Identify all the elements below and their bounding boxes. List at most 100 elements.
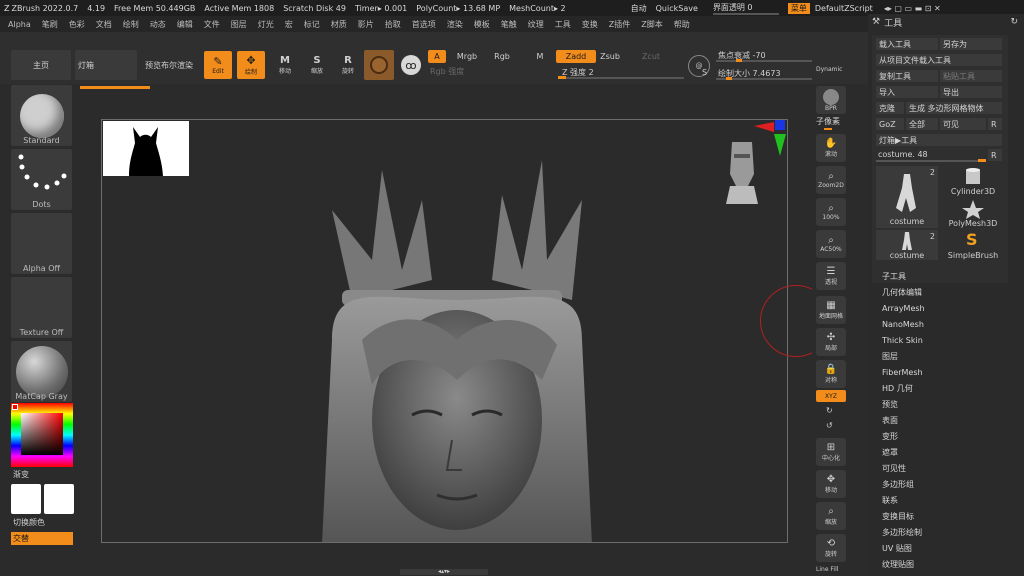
menu-item[interactable]: 拾取 (385, 19, 401, 30)
menu-item[interactable]: 工具 (555, 19, 571, 30)
goz-button[interactable]: GoZ (876, 118, 904, 130)
sculpt-model[interactable] (292, 140, 622, 543)
subpalette-item[interactable]: Thick Skin (868, 332, 1024, 348)
menu-item[interactable]: 渲染 (447, 19, 463, 30)
copy-tool-button[interactable]: 复制工具 (876, 70, 938, 82)
move-view-button[interactable]: ✥ 移动 (816, 470, 846, 498)
switch-color-button[interactable]: 切换颜色 (13, 517, 45, 528)
paste-tool-button[interactable]: 粘贴工具 (940, 70, 1002, 82)
menu-item[interactable]: Z脚本 (641, 19, 662, 30)
z-intensity-slider[interactable]: Z 强度 2 (558, 66, 684, 79)
menu-item[interactable]: 笔触 (501, 19, 517, 30)
menu-item[interactable]: 宏 (285, 19, 293, 30)
quicksave-button[interactable]: QuickSave (656, 4, 698, 13)
costume-r-button[interactable]: R (988, 149, 1002, 161)
clone-button[interactable]: 克隆 (876, 102, 904, 114)
menu-item[interactable]: 灯光 (258, 19, 274, 30)
subpalette-item[interactable]: 表面 (868, 412, 1024, 428)
axis-gizmo-icon[interactable] (752, 120, 788, 160)
load-from-project-button[interactable]: 从项目文件载入工具 (876, 54, 1002, 66)
bpr-button[interactable]: BPR (816, 86, 846, 114)
subpixel-slider[interactable]: 子像素 (814, 116, 848, 130)
menu-item[interactable]: Alpha (8, 20, 31, 29)
subpalette-item[interactable]: 可见性 (868, 460, 1024, 476)
subpalette-item[interactable]: 子工具 (868, 268, 1024, 284)
ac50-button[interactable]: ⌕ AC50% (816, 230, 846, 258)
reset-icon[interactable]: ↻ (1010, 17, 1018, 27)
draw-button[interactable]: ✥ 绘制 (237, 51, 265, 79)
linefill-button[interactable]: Line Fill (816, 566, 838, 573)
color-picker[interactable] (11, 403, 73, 467)
zoom-view-button[interactable]: ⌕ 缩放 (816, 502, 846, 530)
draw-size-slider[interactable]: 绘制大小 7.4673 (716, 67, 812, 80)
all-button[interactable]: 全部 (906, 118, 938, 130)
color-sphere-icon[interactable]: ꝏ (401, 55, 421, 75)
dynamic-toggle[interactable]: Dynamic (816, 66, 842, 73)
secondary-color-swatch[interactable] (44, 484, 74, 514)
transparency-slider[interactable]: 界面透明 0 (712, 2, 779, 15)
make-polymesh-button[interactable]: 生成 多边形网格物体 (906, 102, 1002, 114)
frame-button[interactable]: ⊞ 中心化 (816, 438, 846, 466)
perspective-button[interactable]: ☰ 透视 (816, 262, 846, 290)
scale-button[interactable]: S 缩放 (303, 51, 331, 79)
default-zscript[interactable]: DefaultZScript (815, 4, 873, 13)
subpalette-item[interactable]: 纹理贴图 (868, 556, 1024, 572)
xyz-button[interactable]: XYZ (816, 390, 846, 402)
scroll-button[interactable]: ✋ 滚动 (816, 134, 846, 162)
actual-size-button[interactable]: ⌕ 100% (816, 198, 846, 226)
menu-item[interactable]: 帮助 (674, 19, 690, 30)
zsub-toggle[interactable]: Zsub (598, 50, 622, 63)
menu-item[interactable]: 绘制 (123, 19, 139, 30)
menu-item[interactable]: 动态 (150, 19, 166, 30)
menu-item[interactable]: 标记 (304, 19, 320, 30)
rotate-z-icon[interactable]: ↺ (826, 421, 833, 430)
zoom2d-button[interactable]: ⌕ Zoom2D (816, 166, 846, 194)
subpalette-item[interactable]: 变形 (868, 428, 1024, 444)
menu-item[interactable]: 材质 (331, 19, 347, 30)
menu-item[interactable]: 首选项 (412, 19, 436, 30)
subpalette-item[interactable]: 联系 (868, 492, 1024, 508)
zadd-toggle[interactable]: Zadd (556, 50, 596, 63)
local-button[interactable]: ✣ 局部 (816, 328, 846, 356)
r-button[interactable]: R (988, 118, 1002, 130)
subpalette-item[interactable]: 变换目标 (868, 508, 1024, 524)
move-button[interactable]: M 移动 (271, 51, 299, 79)
menu-item[interactable]: 文件 (204, 19, 220, 30)
m-toggle[interactable]: M (530, 50, 550, 63)
rotate-view-button[interactable]: ⟲ 旋转 (816, 534, 846, 562)
tool-thumb-polymesh[interactable]: PolyMesh3D (942, 198, 1004, 228)
tool-thumb-costume-2[interactable]: 2 costume (876, 230, 938, 260)
subpalette-item[interactable]: HD 几何 (868, 380, 1024, 396)
export-button[interactable]: 导出 (940, 86, 1002, 98)
load-tool-button[interactable]: 载入工具 (876, 38, 938, 50)
subpalette-item[interactable]: NanoMesh (868, 316, 1024, 332)
menu-item[interactable]: Z插件 (609, 19, 630, 30)
bottom-scroll-handle[interactable]: ◂▴▾▸ (400, 569, 488, 575)
tool-thumb-simplebrush[interactable]: S SimpleBrush (942, 230, 1004, 260)
alternate-button[interactable]: 交替 (11, 532, 73, 545)
menu-item[interactable]: 笔刷 (42, 19, 58, 30)
subpalette-item[interactable]: 多边形绘制 (868, 524, 1024, 540)
subpalette-item[interactable]: 几何体编辑 (868, 284, 1024, 300)
rotate-button[interactable]: R 旋转 (334, 51, 362, 79)
save-as-button[interactable]: 另存为 (940, 38, 1002, 50)
tool-thumb-costume[interactable]: 2 costume (876, 166, 938, 228)
auto-save-toggle[interactable]: 自动 (631, 3, 647, 14)
menu-item[interactable]: 色彩 (69, 19, 85, 30)
color-picker-square[interactable] (21, 413, 63, 455)
visible-button[interactable]: 可见 (940, 118, 986, 130)
menu-item[interactable]: 文档 (96, 19, 112, 30)
mrgb-toggle[interactable]: Mrgb (448, 50, 486, 63)
document-canvas[interactable] (101, 119, 788, 543)
lock-button[interactable]: 🔒 对称 (816, 360, 846, 388)
menu-item[interactable]: 模板 (474, 19, 490, 30)
lightbox-tools-button[interactable]: 灯箱▶工具 (876, 134, 1002, 146)
menu-item[interactable]: 图层 (231, 19, 247, 30)
costume-slider[interactable]: costume. 48 (876, 149, 986, 162)
edit-button[interactable]: ✎ Edit (204, 51, 232, 79)
gradient-label[interactable]: 渐变 (13, 469, 29, 480)
subpalette-item[interactable]: 遮罩 (868, 444, 1024, 460)
subpalette-item[interactable]: 预览 (868, 396, 1024, 412)
zcut-toggle[interactable]: Zcut (640, 50, 662, 63)
menu-item[interactable]: 影片 (358, 19, 374, 30)
